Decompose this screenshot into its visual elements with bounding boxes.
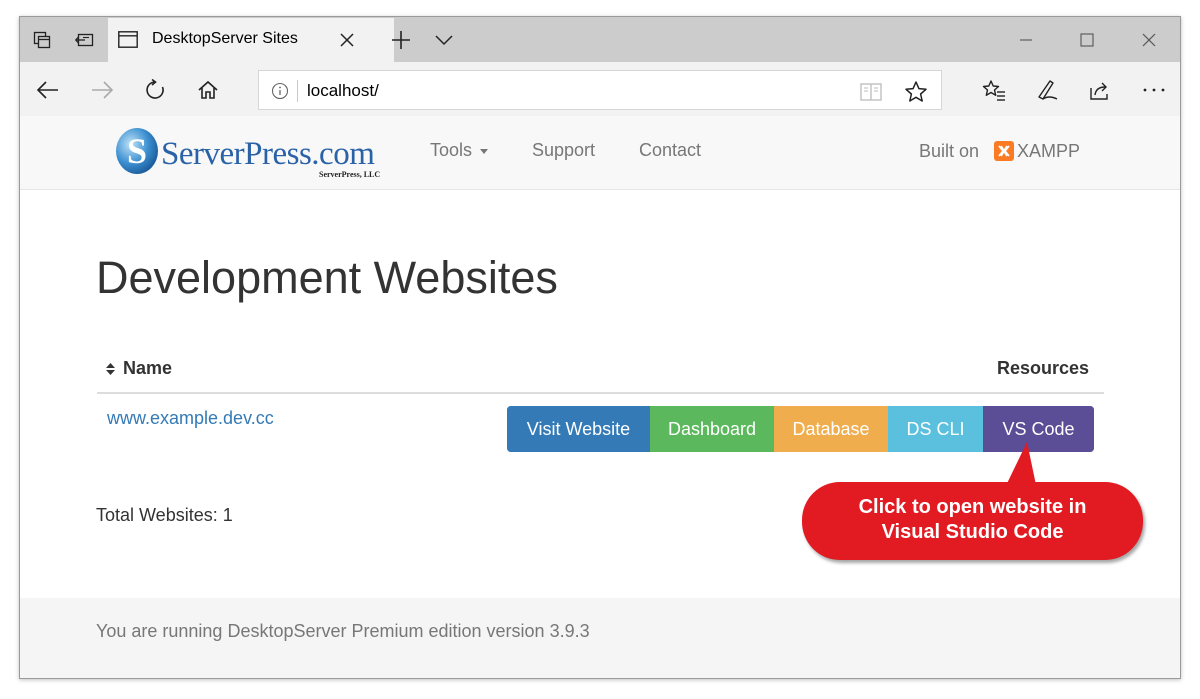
xampp-logo-icon [994, 141, 1014, 161]
name-column-header[interactable]: Name [106, 358, 172, 379]
resources-column-header: Resources [997, 358, 1090, 378]
resource-button-group: Visit Website Dashboard Database DS CLI … [507, 406, 1094, 452]
site-navbar: S ServerPress.com ServerPress, LLC Tools… [20, 116, 1180, 190]
minimize-button[interactable] [1004, 25, 1048, 55]
more-menu-button[interactable] [1138, 74, 1170, 106]
total-websites: Total Websites: 1 [96, 505, 233, 525]
maximize-button[interactable] [1065, 25, 1109, 55]
tab-title: DesktopServer Sites [152, 30, 298, 47]
browser-window: DesktopServer Sites localhost/ S ServerP… [19, 16, 1181, 679]
callout-line-1: Click to open website in [858, 496, 1087, 518]
ellipsis-icon [1143, 88, 1165, 92]
chevron-down-icon[interactable] [430, 26, 458, 54]
dashboard-button[interactable]: Dashboard [650, 406, 774, 452]
arrow-right-icon [92, 81, 114, 99]
arrow-left-icon [36, 81, 58, 99]
refresh-icon [146, 79, 164, 99]
logo-subtext: ServerPress, LLC [319, 170, 381, 179]
forward-button[interactable] [86, 74, 118, 106]
home-button[interactable] [192, 74, 224, 106]
callout-line-2: Visual Studio Code [881, 521, 1064, 543]
web-note-button[interactable] [1031, 74, 1063, 106]
new-tab-icon[interactable] [387, 26, 415, 54]
info-icon[interactable] [271, 82, 289, 100]
callout-bubble: Click to open website in Visual Studio C… [802, 482, 1143, 560]
address-separator [297, 80, 298, 102]
version-text: You are running DesktopServer Premium ed… [96, 621, 590, 641]
menu-contact[interactable]: Contact [639, 140, 701, 161]
back-button[interactable] [32, 74, 64, 106]
caret-down-icon [480, 148, 489, 154]
favorite-star-icon[interactable] [904, 80, 928, 104]
page-footer: You are running DesktopServer Premium ed… [20, 598, 1180, 678]
page-title: Development Websites [96, 252, 558, 303]
reading-view-icon[interactable] [859, 81, 883, 103]
callout-text: Click to open website in Visual Studio C… [802, 495, 1143, 545]
favorites-list-icon [982, 80, 1005, 101]
refresh-button[interactable] [139, 74, 171, 106]
xampp-label: XAMPP [1017, 141, 1081, 161]
favorites-hub-button[interactable] [978, 74, 1010, 106]
tab-strip: DesktopServer Sites [20, 17, 1180, 62]
ds-cli-button[interactable]: DS CLI [888, 406, 983, 452]
active-tab[interactable]: DesktopServer Sites [108, 18, 394, 62]
database-button[interactable]: Database [774, 406, 888, 452]
table-divider [97, 392, 1104, 394]
vs-code-button[interactable]: VS Code [983, 406, 1094, 452]
address-bar[interactable]: localhost/ [258, 70, 942, 110]
home-icon [198, 80, 218, 99]
url-text[interactable]: localhost/ [307, 81, 379, 101]
menu-support[interactable]: Support [532, 140, 595, 161]
site-link[interactable]: www.example.dev.cc [107, 408, 274, 429]
visit-website-button[interactable]: Visit Website [507, 406, 650, 452]
name-column-label: Name [123, 358, 173, 378]
svg-text:S: S [127, 131, 147, 171]
menu-tools[interactable]: Tools [430, 140, 489, 161]
page-icon [118, 31, 138, 48]
serverpress-logo[interactable]: S ServerPress.com ServerPress, LLC [115, 124, 395, 182]
close-tab-icon[interactable] [336, 29, 358, 51]
tab-preview-icon[interactable] [28, 26, 56, 54]
web-page: S ServerPress.com ServerPress, LLC Tools… [20, 116, 1180, 678]
set-aside-tabs-icon[interactable] [71, 26, 99, 54]
menu-tools-label: Tools [430, 140, 473, 160]
pen-icon [1038, 80, 1058, 100]
sort-icon [106, 363, 115, 376]
close-window-button[interactable] [1127, 25, 1171, 55]
built-on-label: Built on [919, 141, 980, 161]
logo-s-icon: S [116, 128, 158, 174]
share-button[interactable] [1084, 74, 1116, 106]
navigation-bar: localhost/ [20, 62, 1180, 116]
logo-text: ServerPress.com [161, 136, 375, 172]
share-icon [1090, 82, 1108, 100]
